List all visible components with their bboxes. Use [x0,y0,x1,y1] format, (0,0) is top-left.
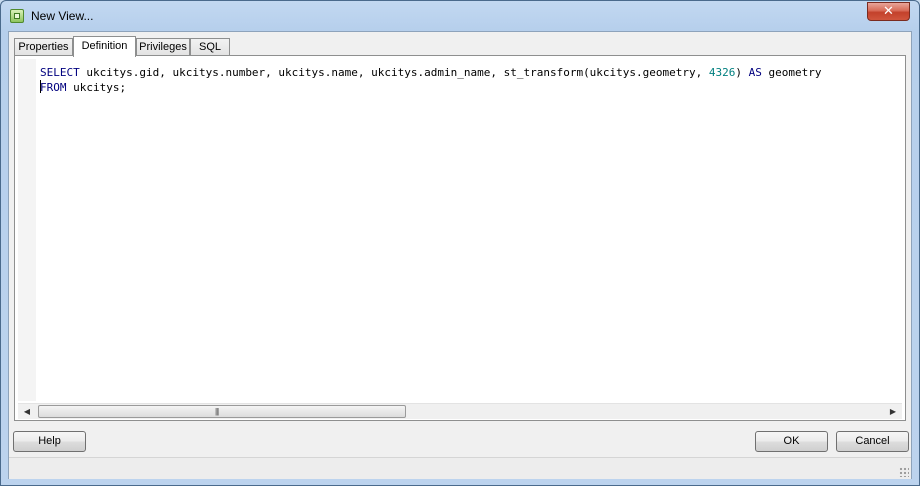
tab-label: Definition [81,40,128,52]
tab-label: Privileges [139,41,187,53]
tab-properties[interactable]: Properties [14,38,73,55]
scroll-right-arrow-icon[interactable]: ▶ [886,406,900,418]
ok-button[interactable]: OK [755,431,828,452]
tab-sql[interactable]: SQL [190,38,230,55]
grip-icon: ||| [215,407,219,416]
editor-gutter [18,59,36,401]
tab-privileges[interactable]: Privileges [136,38,190,55]
resize-grip-icon[interactable] [899,467,909,477]
dialog-body: Properties Definition Privileges SQL SEL… [8,31,912,479]
sql-editor[interactable]: SELECT ukcitys.gid, ukcitys.number, ukci… [18,59,902,401]
view-icon [10,9,24,23]
srid-number: 4326 [708,66,736,79]
cancel-button[interactable]: Cancel [836,431,909,452]
code-text: ) [735,66,749,79]
help-button[interactable]: Help [13,431,86,452]
code-text: ukcitys; [66,81,127,94]
code-text: geometry [761,66,822,79]
tab-definition[interactable]: Definition [73,36,136,57]
tab-label: Properties [18,41,69,53]
keyword-from-rest: ROM [46,81,67,94]
scroll-left-arrow-icon[interactable]: ◀ [20,406,34,418]
title-bar[interactable]: New View... ✕ [1,1,919,31]
horizontal-scrollbar[interactable]: ◀ ||| ▶ [18,403,902,419]
status-bar [9,457,911,479]
definition-panel: SELECT ukcitys.gid, ukcitys.number, ukci… [14,55,906,421]
keyword-select: SELECT [40,66,80,79]
code-text: ukcitys.gid, ukcitys.number, ukcitys.nam… [79,66,709,79]
keyword-from-first: F [40,81,47,94]
close-icon: ✕ [883,3,894,18]
new-view-dialog: New View... ✕ Properties Definition Priv… [0,0,920,486]
keyword-from: FROM [40,81,67,94]
keyword-as: AS [748,66,762,79]
tab-label: SQL [198,41,221,53]
close-button[interactable]: ✕ [867,2,910,21]
window-title: New View... [31,9,94,23]
scroll-thumb[interactable]: ||| [38,405,406,418]
sql-code[interactable]: SELECT ukcitys.gid, ukcitys.number, ukci… [40,65,822,95]
